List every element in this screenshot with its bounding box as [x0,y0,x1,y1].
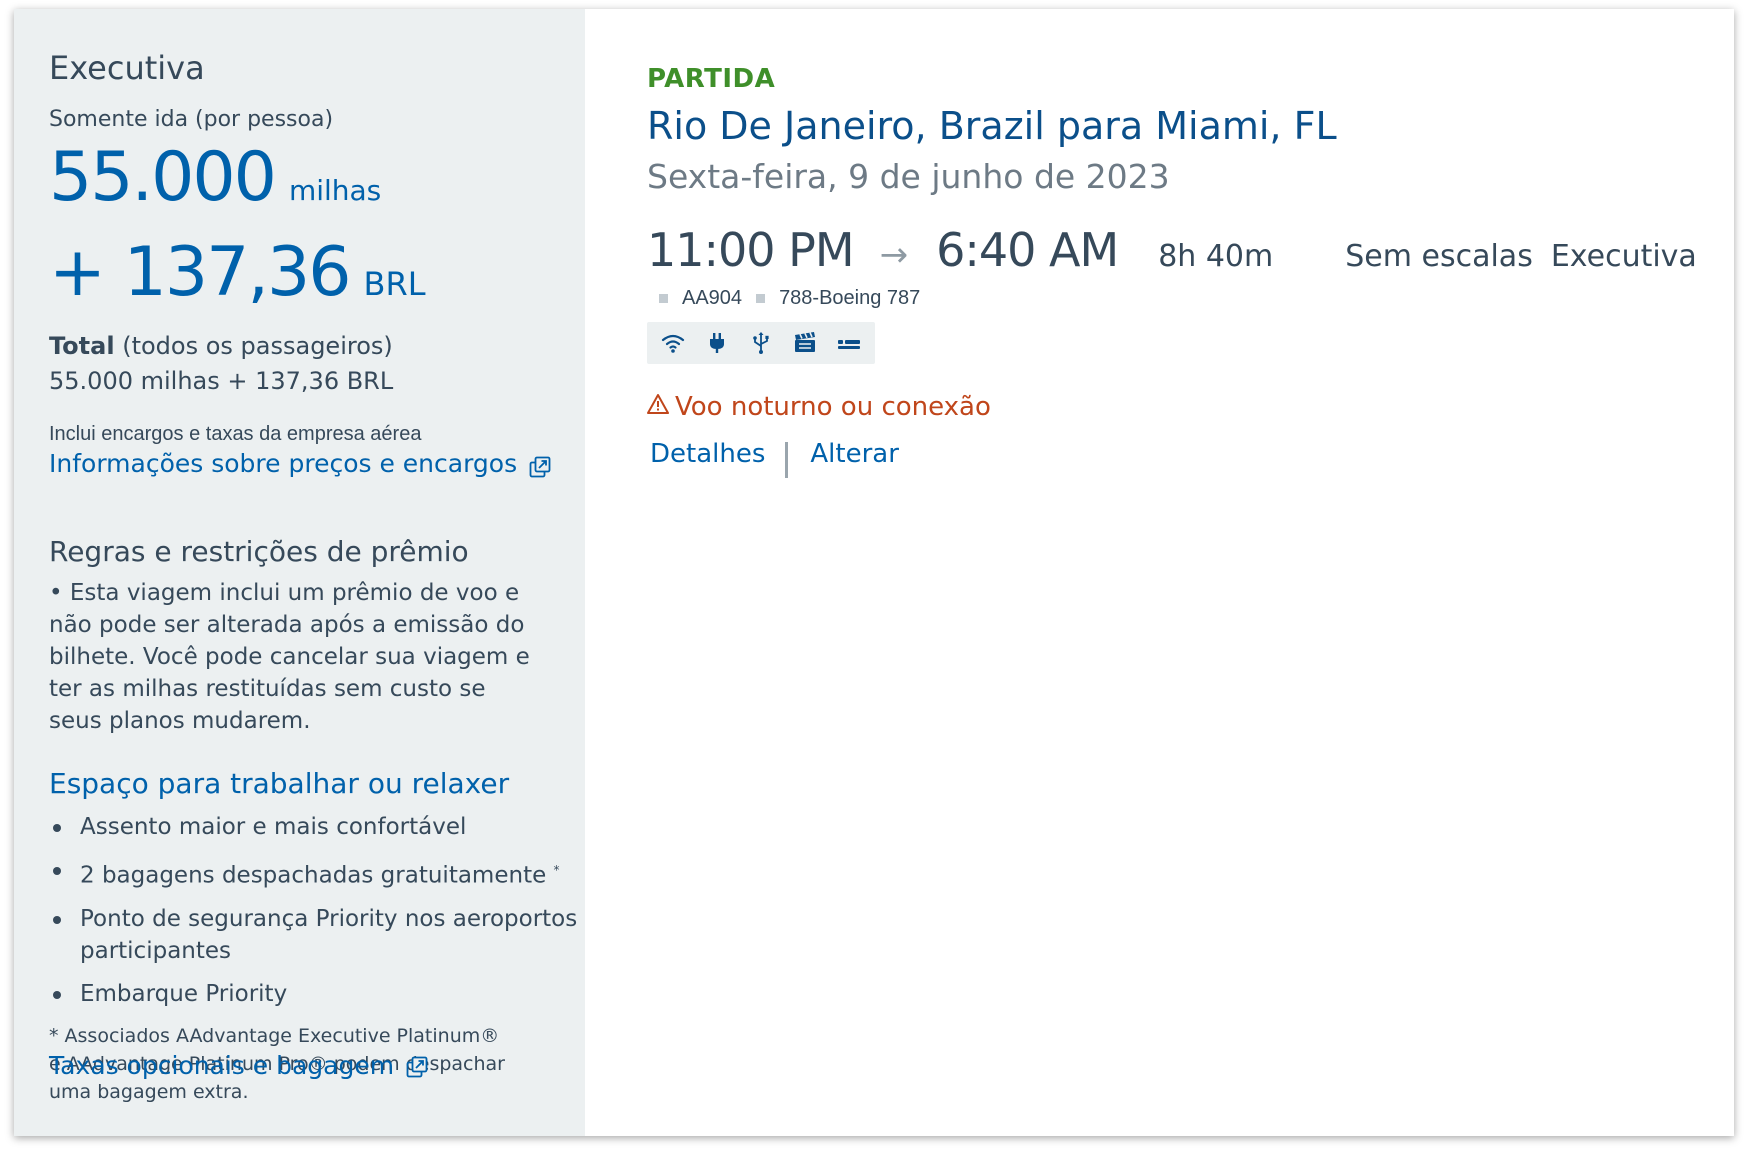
overnight-warning: Voo noturno ou conexão [647,390,1734,424]
trip-type: Somente ida (por pessoa) [49,107,334,132]
warning-icon [647,390,669,424]
flight-date: Sexta-feira, 9 de junho de 2023 [647,157,1170,196]
flight-actions: Detalhes Alterar [650,436,1734,478]
departure-time: 11:00 PM [647,223,855,277]
details-link[interactable]: Detalhes [650,437,765,471]
entertainment-icon[interactable] [791,330,819,356]
pricing-info-link-label: Informações sobre preços e encargos [49,449,518,478]
benefits-list: Assento maior e mais confortável 2 bagag… [49,811,585,1010]
space-title: Espaço para trabalhar ou relaxer [49,767,510,800]
flight-selection-card: Executiva Somente ida (por pessoa) 55.00… [14,9,1734,1136]
aircraft-type: 788-Boeing 787 [756,287,920,310]
cabin-label: Executiva [1550,239,1697,274]
route-title: Rio De Janeiro, Brazil para Miami, FL [647,104,1337,148]
external-link-icon [529,453,551,478]
optional-fees-baggage-link[interactable]: Taxas opcionais e bagagem [49,1051,428,1080]
optional-fees-baggage-link-label: Taxas opcionais e bagagem [49,1051,395,1080]
list-item: 2 bagagens despachadas gratuitamente * [49,854,585,892]
list-item: Assento maior e mais confortável [49,811,585,843]
change-link[interactable]: Alterar [810,437,899,471]
brl-price: + 137,36 BRL [49,238,585,325]
external-link-icon [406,1055,428,1077]
brl-unit: BRL [363,265,426,303]
overnight-warning-text: Voo noturno ou conexão [675,392,991,422]
fees-note: Inclui encargos e taxas da empresa aérea [49,423,422,445]
direction-label: PARTIDA [647,64,776,94]
brl-value: + 137,36 [49,233,352,312]
wifi-icon[interactable] [659,330,687,356]
square-bullet-icon [659,294,668,303]
pricing-info-link[interactable]: Informações sobre preços e encargos [49,447,551,481]
list-item: Embarque Priority [49,978,585,1010]
rules-title: Regras e restrições de prêmio [49,535,469,568]
fare-summary-panel: Executiva Somente ida (por pessoa) 55.00… [14,9,585,1136]
amenities-bar [647,322,875,364]
list-item: Ponto de segurança Priority nos aeroport… [49,903,585,967]
total-amount: 55.000 milhas + 137,36 BRL [49,367,394,395]
flight-times: 11:00 PM → 6:40 AM 8h 40m Sem escalas Ex… [647,223,1734,277]
total-label-bold: Total [49,332,115,360]
miles-value: 55.000 [49,138,277,217]
arrow-right-icon: → [879,235,909,275]
flight-detail-panel: PARTIDA Rio De Janeiro, Brazil para Miam… [585,9,1734,1136]
miles-unit: milhas [288,174,382,207]
total-suffix: (todos os passageiros) [122,332,393,360]
link-divider [785,442,789,478]
footnote-mark: * [553,863,560,877]
usb-icon[interactable] [747,330,775,356]
rules-text: • Esta viagem inclui um prêmio de voo e … [49,580,530,734]
power-outlet-icon[interactable] [703,330,731,356]
lie-flat-seat-icon[interactable] [835,330,863,356]
flight-number: AA904 [659,287,742,310]
stops-label: Sem escalas [1345,239,1533,274]
flight-meta: AA904 788-Boeing 787 [659,287,1734,310]
arrival-time: 6:40 AM [936,223,1119,277]
square-bullet-icon [756,294,766,303]
total-label: Total (todos os passageiros) [49,329,585,363]
miles-price: 55.000 milhas [49,143,585,230]
cabin-title: Executiva [49,49,205,87]
flight-duration: 8h 40m [1158,239,1274,274]
